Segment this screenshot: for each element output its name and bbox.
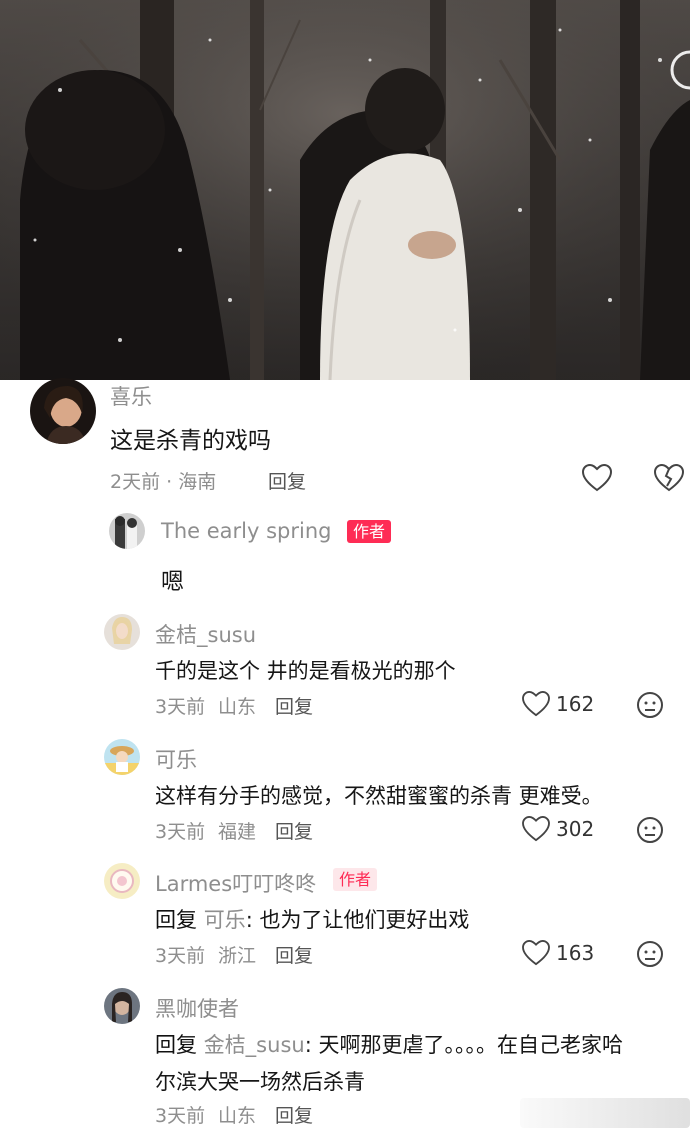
reply-text-line-1: 回复 金桔_susu: 天啊那更虐了。。。。在自己老家哈 bbox=[155, 1029, 623, 1059]
reply-prefix: 回复 bbox=[155, 1033, 197, 1057]
reply-button[interactable]: 回复 bbox=[275, 692, 313, 719]
avatar-larmes[interactable] bbox=[104, 863, 140, 899]
video-still[interactable] bbox=[0, 0, 690, 380]
heart-icon bbox=[522, 940, 550, 966]
reply-location: 山东 bbox=[218, 696, 257, 718]
like-button[interactable]: 162 bbox=[522, 691, 594, 717]
dislike-broken-heart-icon[interactable] bbox=[654, 464, 684, 492]
like-heart-icon[interactable] bbox=[582, 464, 612, 492]
comment-time-location: 2天前 · 海南 bbox=[110, 471, 217, 493]
comment-username[interactable]: 喜乐 bbox=[110, 381, 152, 411]
avatar-image bbox=[30, 378, 96, 444]
avatar-the-early-spring[interactable] bbox=[109, 513, 145, 549]
like-count: 302 bbox=[556, 817, 595, 841]
like-button[interactable]: 163 bbox=[522, 940, 594, 966]
heart-icon bbox=[522, 691, 550, 717]
comment-text: 这是杀青的戏吗 bbox=[110, 428, 271, 454]
avatar-image bbox=[104, 863, 140, 899]
reply-button[interactable]: 回复 bbox=[275, 941, 313, 968]
reply-button[interactable]: 回复 bbox=[275, 817, 313, 844]
avatar-image bbox=[104, 739, 140, 775]
reply-time: 3天前 bbox=[155, 1105, 206, 1127]
avatar-heika-shizhe[interactable] bbox=[104, 988, 140, 1024]
reply-text: 千的是这个 井的是看极光的那个 bbox=[155, 659, 456, 683]
dislike-face-icon[interactable] bbox=[636, 940, 664, 968]
reply-target-username[interactable]: 金桔_susu bbox=[204, 1033, 305, 1057]
reply-text: 回复 可乐: 也为了让他们更好出戏 bbox=[155, 904, 469, 934]
avatar-kele[interactable] bbox=[104, 739, 140, 775]
avatar-image bbox=[104, 614, 140, 650]
reply-body: : 天啊那更虐了。。。。在自己老家哈 bbox=[304, 1033, 623, 1057]
video-scene-image bbox=[0, 0, 690, 380]
reply-location: 福建 bbox=[218, 821, 257, 843]
like-count: 162 bbox=[556, 692, 595, 716]
reply-time: 3天前 bbox=[155, 821, 206, 843]
reply-time: 3天前 bbox=[155, 696, 206, 718]
avatar-jinju-susu[interactable] bbox=[104, 614, 140, 650]
reply-text-line-2: 尔滨大哭一场然后杀青 bbox=[155, 1070, 365, 1094]
avatar-xile[interactable] bbox=[30, 378, 96, 444]
like-count: 163 bbox=[556, 941, 595, 965]
reply-location: 山东 bbox=[218, 1105, 257, 1127]
reply-time: 3天前 bbox=[155, 945, 206, 967]
reply-location: 浙江 bbox=[218, 945, 257, 967]
reply-username[interactable]: 金桔_susu bbox=[155, 619, 256, 649]
heart-icon bbox=[522, 816, 550, 842]
avatar-image bbox=[109, 513, 145, 549]
reply-username[interactable]: 可乐 bbox=[155, 744, 197, 774]
watermark-overlay bbox=[520, 1098, 690, 1128]
author-badge: 作者 bbox=[347, 520, 392, 543]
reply-text: 这样有分手的感觉，不然甜蜜蜜的杀青 更难受。 bbox=[155, 784, 603, 808]
reply-prefix: 回复 bbox=[155, 908, 197, 932]
author-badge: 作者 bbox=[333, 868, 378, 891]
reply-username[interactable]: 黑咖使者 bbox=[155, 993, 239, 1023]
reply-button[interactable]: 回复 bbox=[275, 1101, 313, 1128]
like-button[interactable]: 302 bbox=[522, 816, 594, 842]
reply-username[interactable]: Larmes叮叮咚咚 bbox=[155, 868, 316, 898]
reply-body: : 也为了让他们更好出戏 bbox=[245, 908, 470, 932]
dislike-face-icon[interactable] bbox=[636, 816, 664, 844]
reply-username[interactable]: The early spring bbox=[161, 519, 331, 543]
avatar-image bbox=[104, 988, 140, 1024]
reply-button[interactable]: 回复 bbox=[268, 467, 306, 494]
reply-target-username[interactable]: 可乐 bbox=[204, 908, 246, 932]
dislike-face-icon[interactable] bbox=[636, 691, 664, 719]
reply-text: 嗯 bbox=[161, 569, 184, 595]
